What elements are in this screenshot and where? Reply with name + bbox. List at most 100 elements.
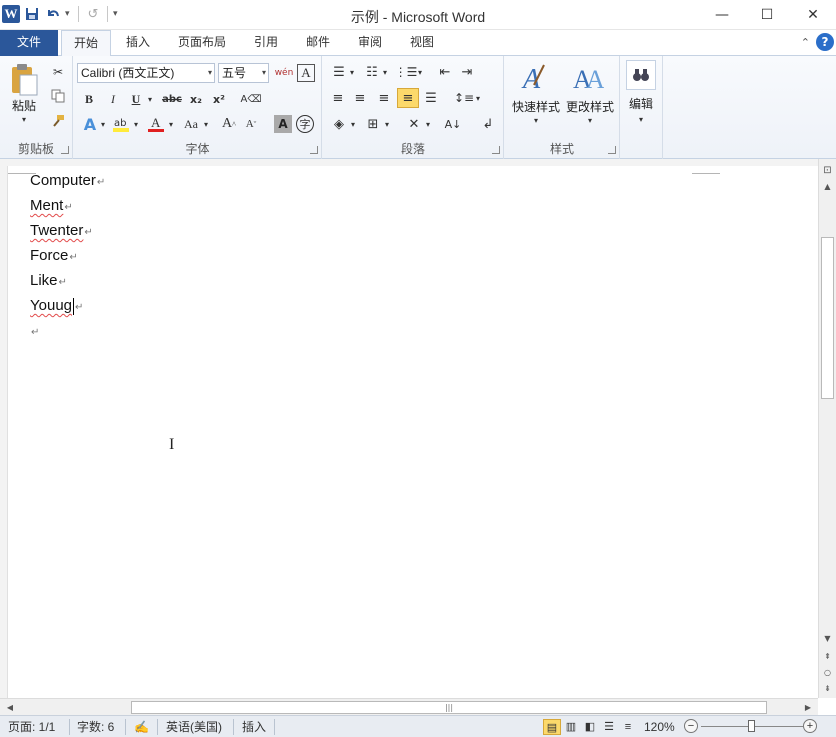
tab-review[interactable]: 审阅 — [350, 30, 390, 56]
collapse-ribbon-icon[interactable]: ⌃ — [801, 36, 810, 49]
justify-icon[interactable]: ≡ — [397, 88, 419, 108]
minimize-button[interactable]: — — [699, 0, 745, 30]
chinese-layout-dropdown-icon[interactable]: ▾ — [424, 116, 432, 132]
bullets-icon[interactable]: ☰ — [329, 63, 349, 81]
show-marks-icon[interactable]: ↲ — [478, 114, 498, 134]
highlight-dropdown-icon[interactable]: ▾ — [132, 116, 140, 132]
language-indicator[interactable]: 英语(美国) — [166, 719, 222, 735]
tab-file[interactable]: 文件 — [0, 30, 58, 56]
font-size-combo[interactable]: 五号 ▾ — [218, 63, 269, 83]
text-effects-dropdown-icon[interactable]: ▾ — [99, 116, 107, 132]
align-left-icon[interactable]: ≡ — [328, 89, 348, 107]
tab-home[interactable]: 开始 — [61, 30, 111, 57]
scroll-down-icon[interactable]: ▼ — [819, 631, 836, 645]
document-line[interactable]: Force↵ — [30, 246, 78, 266]
font-launcher-icon[interactable] — [310, 146, 318, 154]
bullets-dropdown-icon[interactable]: ▾ — [348, 64, 356, 80]
font-color-icon[interactable]: A — [146, 114, 166, 134]
sort-icon[interactable]: A↓ — [443, 114, 463, 134]
character-shading-icon[interactable]: A — [274, 115, 292, 133]
clipboard-launcher-icon[interactable] — [61, 146, 69, 154]
document-line[interactable]: Twenter↵ — [30, 221, 93, 241]
previous-page-icon[interactable]: ⇞ — [819, 649, 836, 663]
underline-icon[interactable]: U — [127, 90, 145, 108]
italic-icon[interactable]: I — [104, 90, 122, 108]
tab-page-layout[interactable]: 页面布局 — [172, 30, 232, 56]
scroll-right-icon[interactable]: ▶ — [801, 700, 815, 715]
document-line[interactable]: Computer↵ — [30, 171, 105, 191]
scroll-up-icon[interactable]: ▲ — [819, 179, 836, 193]
shrink-font-icon[interactable]: Aˇ — [241, 114, 261, 134]
styles-launcher-icon[interactable] — [608, 146, 616, 154]
document-line[interactable]: Youug ↵ — [30, 296, 83, 316]
paragraph-launcher-icon[interactable] — [492, 146, 500, 154]
line-spacing-icon[interactable]: ↕≡ — [453, 89, 475, 107]
vertical-scrollbar[interactable]: ⊡ ▲ ▼ ⇞ ○ ⇟ — [818, 159, 836, 698]
document-line[interactable]: Ment↵ — [30, 196, 73, 216]
quick-styles-button[interactable]: 快速样式 — [508, 98, 564, 115]
paste-dropdown-icon[interactable]: ▾ — [18, 114, 30, 124]
paste-icon[interactable] — [8, 62, 40, 98]
browse-object-icon[interactable]: ○ — [819, 665, 836, 679]
change-case-icon[interactable]: Aa — [180, 114, 202, 134]
decrease-indent-icon[interactable]: ⇤ — [435, 63, 455, 81]
proofing-icon[interactable]: ✍ — [134, 719, 149, 735]
strikethrough-icon[interactable]: abc — [160, 90, 184, 108]
format-painter-icon[interactable] — [50, 113, 66, 129]
web-layout-icon[interactable]: ◧ — [581, 719, 599, 735]
document-page[interactable]: Computer↵ Ment↵ Twenter↵ Force↵ Like↵ Yo… — [7, 166, 818, 698]
shading-icon[interactable]: ◈ — [329, 114, 349, 134]
multilevel-list-icon[interactable]: ⋮☰ — [395, 63, 418, 81]
font-name-combo[interactable]: Calibri (西文正文) ▾ — [77, 63, 215, 83]
document-line[interactable]: Like↵ — [30, 271, 67, 291]
quick-styles-icon[interactable]: A — [519, 60, 553, 94]
line-spacing-dropdown-icon[interactable]: ▾ — [474, 90, 482, 106]
underline-dropdown-icon[interactable]: ▾ — [146, 90, 154, 108]
close-button[interactable]: ✕ — [790, 0, 836, 30]
quick-styles-dropdown-icon[interactable]: ▾ — [531, 115, 541, 125]
tab-insert[interactable]: 插入 — [118, 30, 158, 56]
chinese-layout-icon[interactable]: ✕ — [403, 114, 425, 134]
cut-icon[interactable]: ✂ — [50, 64, 66, 80]
font-color-dropdown-icon[interactable]: ▾ — [167, 116, 175, 132]
binoculars-icon[interactable] — [626, 60, 656, 90]
enclose-characters-icon[interactable]: 字 — [296, 115, 314, 133]
draft-view-icon[interactable]: ≡ — [619, 719, 637, 735]
ruler-toggle-icon[interactable]: ⊡ — [819, 163, 836, 177]
phonetic-guide-icon[interactable]: wén — [274, 63, 294, 83]
change-styles-dropdown-icon[interactable]: ▾ — [585, 115, 595, 125]
copy-icon[interactable] — [50, 88, 66, 104]
word-count[interactable]: 字数: 6 — [77, 719, 114, 735]
clear-formatting-icon[interactable]: A⌫ — [241, 90, 262, 108]
zoom-out-icon[interactable]: − — [684, 719, 698, 733]
numbering-dropdown-icon[interactable]: ▾ — [381, 64, 389, 80]
tab-references[interactable]: 引用 — [246, 30, 286, 56]
align-center-icon[interactable]: ≡ — [350, 89, 370, 107]
horizontal-scroll-thumb[interactable]: ||| — [131, 701, 767, 714]
shading-dropdown-icon[interactable]: ▾ — [349, 116, 357, 132]
editing-button[interactable]: 编辑 — [621, 95, 661, 112]
subscript-icon[interactable]: x₂ — [187, 90, 205, 108]
help-icon[interactable]: ? — [816, 33, 834, 51]
multilevel-list-dropdown-icon[interactable]: ▾ — [416, 64, 424, 80]
bold-icon[interactable]: B — [80, 90, 98, 108]
editing-dropdown-icon[interactable]: ▾ — [636, 114, 646, 124]
grow-font-icon[interactable]: A ^ — [219, 114, 239, 134]
zoom-slider-thumb[interactable] — [748, 720, 755, 732]
page-count[interactable]: 页面: 1/1 — [8, 719, 55, 735]
scroll-left-icon[interactable]: ◀ — [3, 700, 17, 715]
borders-icon[interactable]: ⊞ — [363, 114, 383, 134]
tab-mailings[interactable]: 邮件 — [298, 30, 338, 56]
chevron-down-icon[interactable]: ▾ — [262, 64, 266, 82]
insert-mode-indicator[interactable]: 插入 — [242, 719, 266, 735]
paste-button[interactable]: 粘贴 — [4, 97, 44, 114]
zoom-in-icon[interactable]: + — [803, 719, 817, 733]
superscript-icon[interactable]: x² — [210, 90, 228, 108]
change-case-dropdown-icon[interactable]: ▾ — [202, 116, 210, 132]
numbering-icon[interactable]: ☷ — [362, 63, 382, 81]
tab-view[interactable]: 视图 — [402, 30, 442, 56]
outline-view-icon[interactable]: ☰ — [600, 719, 618, 735]
character-border-icon[interactable]: A — [297, 64, 315, 82]
horizontal-scrollbar[interactable]: ◀ ||| ▶ — [0, 698, 818, 715]
print-layout-icon[interactable]: ▤ — [543, 719, 561, 735]
